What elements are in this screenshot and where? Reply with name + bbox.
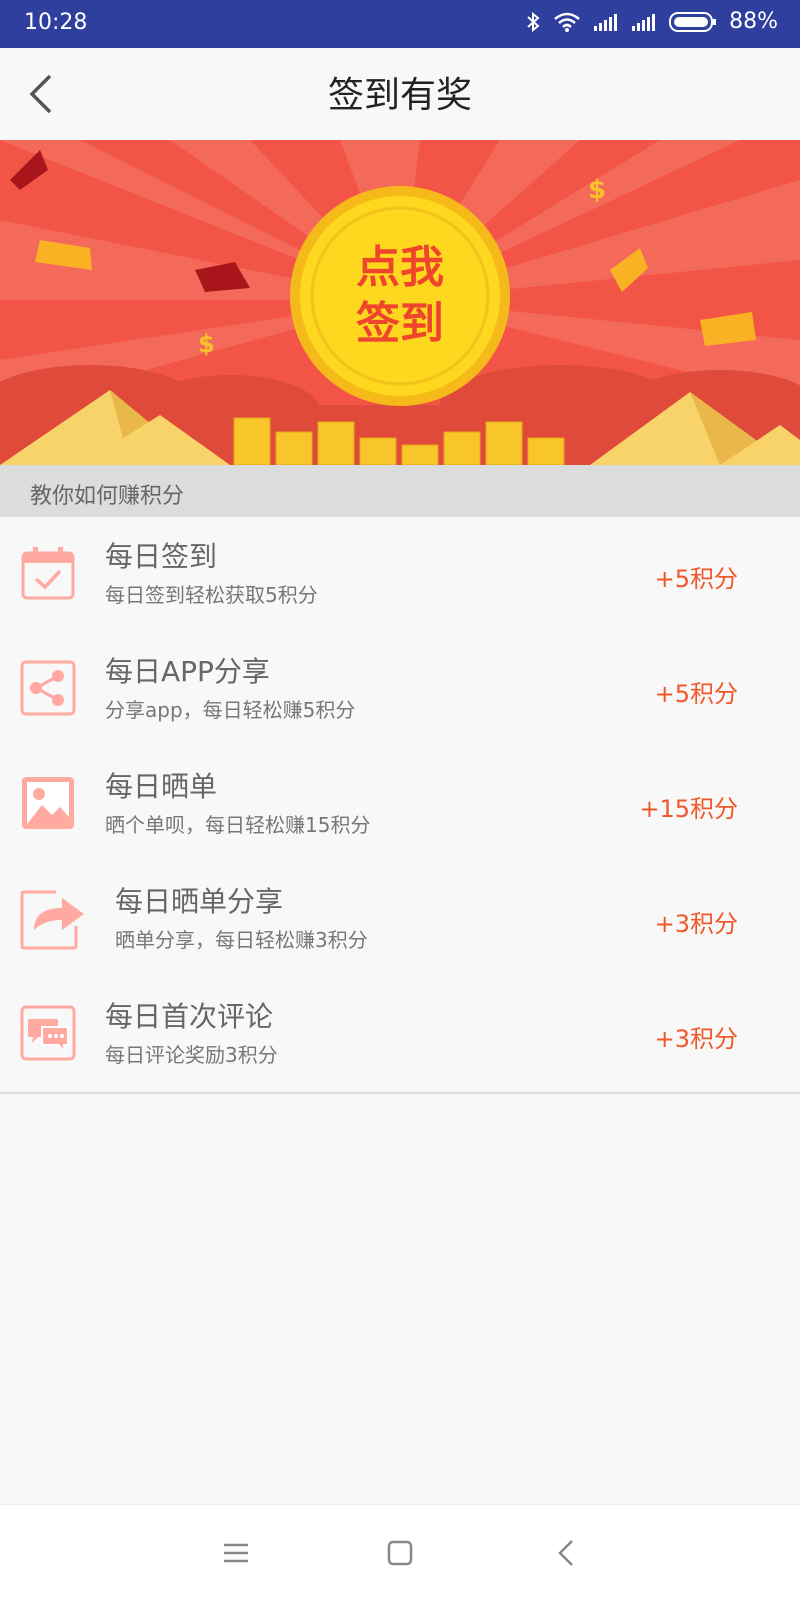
task-row-daily-checkin[interactable]: 每日签到 每日签到轻松获取5积分 +5积分 <box>0 517 800 634</box>
task-row-post-order[interactable]: 每日晒单 晒个单呗，每日轻松赚15积分 +15积分 <box>0 747 800 864</box>
task-row-app-share[interactable]: 每日APP分享 分享app，每日轻松赚5积分 +5积分 <box>0 632 800 749</box>
image-icon <box>22 777 74 829</box>
task-title: 每日首次评论 <box>105 1000 274 1033</box>
task-title: 每日晒单 <box>105 770 218 803</box>
task-subtitle: 晒单分享，每日轻松赚3积分 <box>115 928 368 952</box>
status-icons: 88% <box>525 9 778 34</box>
task-points: +3积分 <box>654 910 738 938</box>
wifi-icon <box>554 12 580 32</box>
signal-icon-2 <box>632 13 656 31</box>
checkin-banner[interactable]: $ $ 点我 签到 <box>0 140 800 465</box>
task-texts: 每日晒单分享 晒单分享，每日轻松赚3积分 <box>115 884 368 953</box>
system-nav-bar <box>0 1504 800 1601</box>
menu-icon[interactable] <box>218 1535 254 1571</box>
task-points: +15积分 <box>639 795 738 823</box>
task-title: 每日晒单分享 <box>115 885 284 918</box>
battery-icon <box>669 11 717 32</box>
status-bar: 10:28 88% <box>0 0 800 48</box>
comment-icon <box>20 1005 76 1061</box>
task-subtitle: 每日签到轻松获取5积分 <box>105 583 318 607</box>
page-title: 签到有奖 <box>327 75 472 116</box>
task-texts: 每日晒单 晒个单呗，每日轻松赚15积分 <box>105 769 370 838</box>
task-texts: 每日签到 每日签到轻松获取5积分 <box>105 539 318 608</box>
task-texts: 每日APP分享 分享app，每日轻松赚5积分 <box>105 654 355 723</box>
task-row-first-comment[interactable]: 每日首次评论 每日评论奖励3积分 +3积分 <box>0 977 800 1094</box>
share-icon <box>20 660 76 716</box>
forward-arrow-icon <box>20 890 84 950</box>
coin-label[interactable]: 点我 签到 <box>330 240 470 352</box>
task-subtitle: 分享app，每日轻松赚5积分 <box>105 698 356 722</box>
signal-icon <box>594 13 618 31</box>
task-row-order-share[interactable]: 每日晒单分享 晒单分享，每日轻松赚3积分 +3积分 <box>0 862 800 979</box>
coin-label-line2: 签到 <box>356 298 444 349</box>
nav-back-icon[interactable] <box>550 1535 586 1571</box>
task-subtitle: 每日评论奖励3积分 <box>105 1043 278 1067</box>
task-points: +5积分 <box>654 565 738 593</box>
task-texts: 每日首次评论 每日评论奖励3积分 <box>105 999 278 1068</box>
section-header: 教你如何赚积分 <box>0 465 800 517</box>
svg-text:$: $ <box>198 330 215 358</box>
svg-text:$: $ <box>588 175 606 205</box>
home-icon[interactable] <box>382 1535 418 1571</box>
task-points: +5积分 <box>654 680 738 708</box>
section-title: 教你如何赚积分 <box>30 484 185 509</box>
calendar-check-icon <box>21 547 75 600</box>
task-title: 每日APP分享 <box>105 655 270 688</box>
coin-label-line1: 点我 <box>356 242 444 293</box>
app-header: 签到有奖 <box>0 48 800 140</box>
status-time: 10:28 <box>24 10 88 35</box>
task-points: +3积分 <box>654 1025 738 1053</box>
task-subtitle: 晒个单呗，每日轻松赚15积分 <box>105 813 371 837</box>
bluetooth-icon <box>527 11 540 32</box>
battery-percent: 88% <box>729 9 778 34</box>
task-title: 每日签到 <box>105 540 218 573</box>
